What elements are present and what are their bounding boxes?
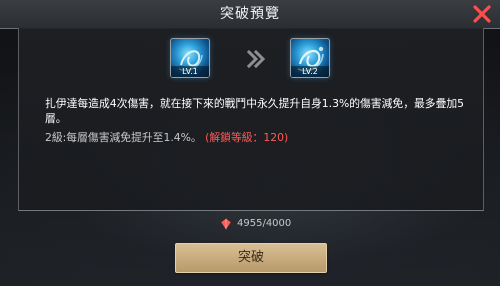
page-title: 突破預覽 [220, 6, 280, 22]
breakthrough-preview-window: 突破預覽 LV.1 LV.2 扎伊達每造成4次傷害，就在接下來的戰鬥中永久提升自… [0, 0, 500, 286]
crystal-icon [221, 218, 231, 230]
skill-icon-next: LV.2 [290, 38, 330, 78]
breakthrough-button[interactable]: 突破 [175, 243, 327, 273]
close-icon[interactable] [470, 2, 494, 26]
unlock-level-text: (解鎖等級：120) [205, 131, 289, 144]
level2-text: 2級:每層傷害減免提升至1.4%。 [45, 131, 202, 144]
cost-value: 4955/4000 [237, 218, 292, 229]
level-label-next: LV.2 [291, 66, 329, 77]
cost-row: 4955/4000 [0, 216, 500, 232]
level-label-current: LV.1 [171, 66, 209, 77]
skill-description: 扎伊達每造成4次傷害，就在接下來的戰鬥中永久提升自身1.3%的傷害減免，最多疊加… [45, 97, 465, 125]
breakthrough-panel: LV.1 LV.2 扎伊達每造成4次傷害，就在接下來的戰鬥中永久提升自身1.3%… [18, 28, 484, 211]
double-chevron-right-icon [246, 49, 266, 69]
level2-detail: 2級:每層傷害減免提升至1.4%。 (解鎖等級：120) [45, 129, 465, 145]
skill-icon-current: LV.1 [170, 38, 210, 78]
